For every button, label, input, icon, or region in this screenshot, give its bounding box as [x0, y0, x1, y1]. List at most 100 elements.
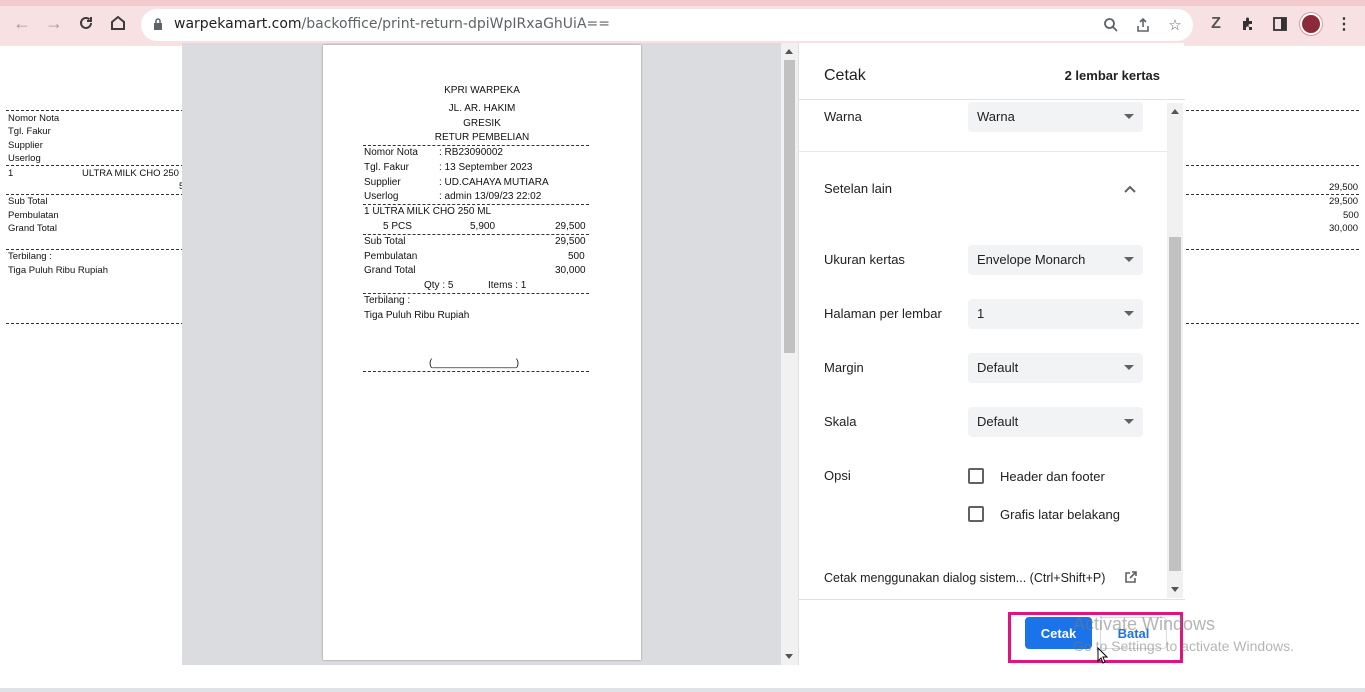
share-icon[interactable]	[1133, 15, 1153, 35]
divider	[363, 234, 589, 235]
forward-icon[interactable]: →	[43, 12, 65, 34]
paper-size-select[interactable]: Envelope Monarch	[968, 245, 1143, 275]
receipt-value-tgl-fakur: : 13 September 2023	[439, 162, 533, 173]
divider	[799, 99, 1185, 100]
bg-label-tgl-fakur: Tgl. Fakur	[8, 126, 51, 137]
bg-terbilang-label: Terbilang :	[8, 251, 52, 262]
scroll-up-icon[interactable]	[1171, 109, 1179, 114]
url-host: warpekamart.com	[174, 16, 302, 32]
bg-label-userlog: Userlog	[8, 153, 41, 164]
receipt-signature: (_______________)	[429, 358, 520, 369]
margin-select[interactable]: Default	[968, 353, 1143, 383]
more-settings-toggle[interactable]: Setelan lain	[824, 181, 892, 196]
bg-label-grand-total: Grand Total	[8, 223, 57, 234]
address-bar[interactable]: warpekamart.com/backoffice/print-return-…	[141, 9, 1193, 41]
chevron-down-icon	[1124, 311, 1134, 316]
margin-label: Margin	[824, 360, 864, 375]
bg-grand-total: 30,000	[1329, 223, 1359, 234]
scroll-thumb[interactable]	[1169, 237, 1181, 571]
receipt-subtotal: 29,500	[555, 236, 586, 247]
receipt-label-supplier: Supplier	[364, 177, 401, 188]
pages-per-sheet-value: 1	[977, 306, 985, 321]
scroll-down-icon[interactable]	[1171, 587, 1179, 592]
mouse-cursor-icon	[1097, 647, 1109, 664]
bookmark-star-icon[interactable]: ☆	[1165, 15, 1185, 35]
dialog-scrollbar[interactable]	[1167, 103, 1183, 598]
receipt-qty-summary: Qty : 5	[424, 280, 454, 291]
taskbar-edge	[0, 688, 1365, 692]
bg-terbilang-text: Tiga Puluh Ribu Rupiah	[8, 265, 108, 276]
receipt-title: RETUR PEMBELIAN	[434, 132, 530, 143]
menu-kebab-icon[interactable]: ⋮	[1334, 14, 1354, 34]
receipt-value-userlog: : admin 13/09/23 22:02	[439, 191, 542, 202]
receipt-label-tgl-fakur: Tgl. Fakur	[364, 162, 410, 173]
divider	[363, 145, 589, 146]
pages-per-sheet-label: Halaman per lembar	[824, 306, 942, 321]
profile-avatar[interactable]	[1300, 13, 1322, 35]
chevron-down-icon	[1124, 365, 1134, 370]
scroll-down-icon[interactable]	[785, 654, 793, 659]
chevron-down-icon	[1124, 419, 1134, 424]
preview-page: KPRI WARPEKA JL. AR. HAKIM GRESIK RETUR …	[323, 45, 641, 660]
print-dialog: Cetak 2 lembar kertas Warna Warna Setela…	[798, 43, 1185, 665]
color-label: Warna	[824, 109, 862, 124]
receipt-label-nomor-nota: Nomor Nota	[364, 147, 418, 158]
bg-label-nomor-nota: Nomor Nota	[8, 113, 60, 124]
paper-size-value: Envelope Monarch	[977, 252, 1086, 267]
color-select[interactable]: Warna	[968, 102, 1143, 132]
activate-windows-title: Activate Windows	[1073, 614, 1216, 634]
bg-item-no: 1	[8, 168, 14, 179]
system-dialog-link[interactable]: Cetak menggunakan dialog sistem... (Ctrl…	[824, 571, 1105, 585]
reload-icon[interactable]	[75, 12, 97, 34]
background-graphics-label[interactable]: Grafis latar belakang	[1000, 507, 1120, 522]
puzzle-extensions-icon[interactable]	[1238, 14, 1258, 34]
open-external-icon[interactable]	[1124, 570, 1138, 584]
color-select-value: Warna	[977, 109, 1015, 124]
receipt-label-subtotal: Sub Total	[364, 236, 406, 247]
scale-value: Default	[977, 414, 1019, 429]
chevron-down-icon	[1124, 257, 1134, 262]
receipt-label-grand-total: Grand Total	[364, 265, 416, 276]
divider	[363, 204, 589, 205]
scale-select[interactable]: Default	[968, 407, 1143, 437]
receipt-address: JL. AR. HAKIM	[448, 103, 516, 114]
receipt-value-supplier: : UD.CAHAYA MUTIARA	[439, 177, 549, 188]
sheet-count: 2 lembar kertas	[1064, 68, 1160, 83]
margin-value: Default	[977, 360, 1019, 375]
receipt-item-qty: 5 PCS	[383, 221, 412, 232]
back-icon[interactable]: ←	[11, 12, 33, 34]
header-footer-checkbox[interactable]	[968, 468, 984, 484]
receipt-terbilang-text: Tiga Puluh Ribu Rupiah	[364, 310, 470, 321]
receipt-city: GRESIK	[463, 118, 501, 129]
url-text[interactable]: warpekamart.com/backoffice/print-return-…	[174, 16, 610, 32]
paper-size-label: Ukuran kertas	[824, 252, 905, 267]
bg-label-supplier: Supplier	[8, 140, 43, 151]
pages-per-sheet-select[interactable]: 1	[968, 299, 1143, 329]
tab-strip	[0, 0, 1365, 6]
url-path: /backoffice/print-return-dpiWpIRxaGhUiA=…	[301, 16, 610, 32]
preview-scrollbar[interactable]	[781, 43, 798, 665]
receipt-value-nomor-nota: : RB23090002	[439, 147, 503, 158]
receipt-grand-total: 30,000	[555, 265, 586, 276]
divider	[799, 599, 1185, 600]
scale-label: Skala	[824, 414, 857, 429]
background-graphics-checkbox[interactable]	[968, 506, 984, 522]
receipt-item-line: 1 ULTRA MILK CHO 250 ML	[364, 206, 492, 217]
divider	[799, 151, 1167, 152]
divider	[363, 371, 589, 372]
z-extension-icon[interactable]: Z	[1206, 14, 1226, 34]
zoom-icon[interactable]	[1101, 15, 1121, 35]
divider	[363, 293, 589, 294]
lock-icon[interactable]	[153, 18, 163, 30]
chevron-up-icon[interactable]	[1123, 183, 1137, 197]
receipt-label-userlog: Userlog	[364, 191, 399, 202]
scroll-up-icon[interactable]	[785, 49, 793, 54]
receipt-item-price: 5,900	[470, 221, 496, 232]
options-label: Opsi	[824, 468, 851, 483]
home-icon[interactable]	[107, 12, 129, 34]
browser-toolbar: ← → warpekamart.com/backoffice/print-ret…	[0, 0, 1365, 46]
header-footer-label[interactable]: Header dan footer	[1000, 469, 1105, 484]
dialog-title: Cetak	[824, 67, 866, 84]
scroll-thumb[interactable]	[784, 60, 795, 353]
side-panel-icon[interactable]	[1270, 14, 1290, 34]
